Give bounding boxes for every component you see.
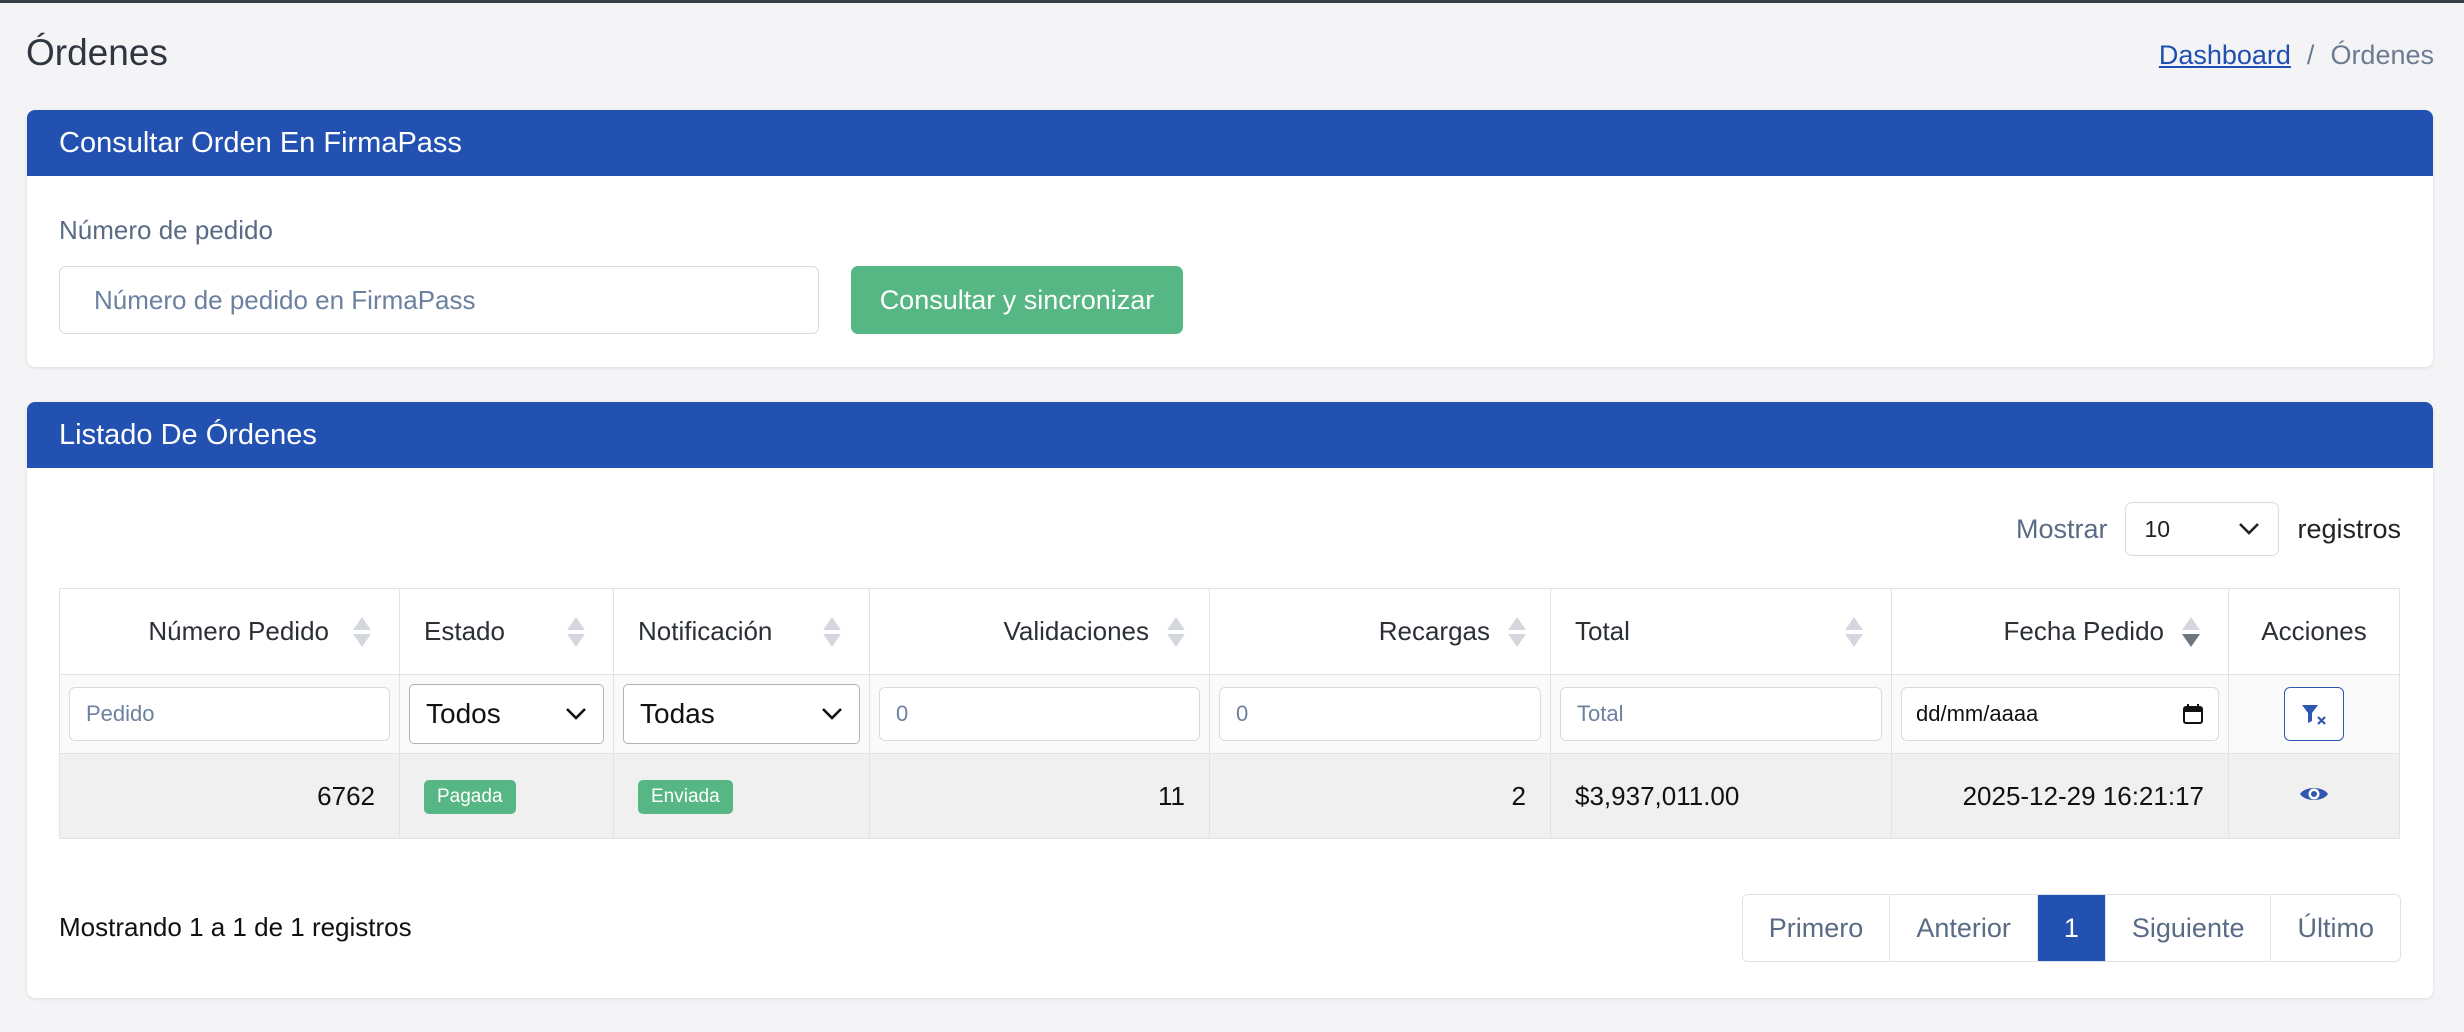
order-number-label: Número de pedido (59, 215, 273, 245)
col-label: Notificación (638, 616, 773, 646)
sort-arrows-icon (1845, 616, 1863, 647)
breadcrumb-dashboard-link[interactable]: Dashboard (2159, 40, 2291, 71)
pagination-next-button[interactable]: Siguiente (2104, 895, 2271, 961)
filter-validaciones-input[interactable] (879, 687, 1200, 741)
col-header-acciones: Acciones (2228, 588, 2400, 675)
length-suffix-label: registros (2297, 513, 2401, 544)
orders-list-card: Listado De Órdenes Mostrar 10 registros … (27, 402, 2433, 998)
filter-total-input[interactable] (1560, 687, 1882, 741)
orders-table: Número Pedido Estado Notificación Valida… (59, 588, 2400, 839)
cell-fecha-pedido: 2025-12-29 16:21:17 (1891, 753, 2229, 839)
cell-recargas: 2 (1209, 753, 1551, 839)
cell-notificacion: Enviada (613, 753, 870, 839)
col-header-recargas[interactable]: Recargas (1209, 588, 1551, 675)
sort-desc-icon (2182, 616, 2200, 647)
order-number-input[interactable] (59, 266, 819, 334)
filter-estado-select[interactable]: Todos (409, 684, 604, 744)
col-label: Número Pedido (148, 616, 329, 646)
breadcrumb: Dashboard / Órdenes (2159, 40, 2434, 71)
filter-pedido-input[interactable] (69, 687, 390, 741)
cell-numero-pedido: 6762 (59, 753, 400, 839)
chevron-down-icon (566, 708, 586, 720)
col-label: Recargas (1378, 616, 1490, 646)
sort-arrows-icon (823, 616, 841, 647)
cell-acciones (2228, 753, 2400, 839)
table-row: 6762 Pagada Enviada 11 2 $3,937,011.00 2… (59, 753, 2400, 839)
pagination: Primero Anterior 1 Siguiente Último (1741, 894, 2401, 962)
top-border (0, 0, 2464, 3)
col-header-fecha-pedido[interactable]: Fecha Pedido (1891, 588, 2229, 675)
consult-card-header: Consultar Orden En FirmaPass (27, 110, 2433, 176)
page-length-select[interactable]: 10 (2125, 502, 2280, 556)
status-badge: Pagada (424, 780, 516, 814)
col-label: Validaciones (1003, 616, 1149, 646)
cell-total: $3,937,011.00 (1550, 753, 1892, 839)
col-header-estado[interactable]: Estado (399, 588, 614, 675)
chevron-down-icon (822, 708, 842, 720)
filter-notificacion-select[interactable]: Todas (623, 684, 860, 744)
col-label: Estado (424, 616, 505, 646)
pagination-first-button[interactable]: Primero (1742, 895, 1890, 961)
filter-x-icon (2302, 705, 2326, 725)
page-length-value: 10 (2144, 515, 2171, 542)
filter-row: Todos Todas dd/mm/aaaa (59, 674, 2400, 754)
filter-fecha-placeholder: dd/mm/aaaa (1916, 701, 2039, 726)
consult-sync-button[interactable]: Consultar y sincronizar (851, 266, 1183, 334)
consult-order-card: Consultar Orden En FirmaPass Número de p… (27, 110, 2433, 367)
filter-estado-value: Todos (426, 698, 501, 729)
chevron-down-icon (2239, 523, 2260, 535)
pagination-page-1-button[interactable]: 1 (2036, 895, 2105, 961)
col-label: Acciones (2261, 616, 2367, 646)
page-title: Órdenes (26, 32, 168, 73)
filter-fecha-input[interactable]: dd/mm/aaaa (1901, 687, 2219, 741)
col-header-total[interactable]: Total (1550, 588, 1892, 675)
col-header-notificacion[interactable]: Notificación (613, 588, 870, 675)
pagination-last-button[interactable]: Último (2270, 895, 2400, 961)
sort-arrows-icon (567, 616, 585, 647)
sort-arrows-icon (1508, 616, 1526, 647)
table-info-text: Mostrando 1 a 1 de 1 registros (59, 912, 412, 942)
clear-filters-button[interactable] (2284, 687, 2344, 741)
filter-recargas-input[interactable] (1219, 687, 1541, 741)
col-label: Total (1575, 616, 1630, 646)
page-length-control: Mostrar 10 registros (2016, 502, 2401, 556)
col-header-numero-pedido[interactable]: Número Pedido (59, 588, 400, 675)
notification-badge: Enviada (638, 780, 733, 814)
col-label: Fecha Pedido (2003, 616, 2164, 646)
cell-estado: Pagada (399, 753, 614, 839)
breadcrumb-current: Órdenes (2330, 40, 2434, 70)
pagination-previous-button[interactable]: Anterior (1889, 895, 2037, 961)
eye-icon[interactable] (2298, 783, 2330, 805)
sort-arrows-icon (353, 616, 371, 647)
col-header-validaciones[interactable]: Validaciones (869, 588, 1210, 675)
cell-validaciones: 11 (869, 753, 1210, 839)
breadcrumb-separator: / (2306, 40, 2315, 70)
length-prefix-label: Mostrar (2015, 513, 2108, 544)
calendar-icon[interactable] (2182, 703, 2204, 725)
filter-notificacion-value: Todas (640, 698, 715, 729)
orders-list-header: Listado De Órdenes (27, 402, 2433, 468)
sort-arrows-icon (1167, 616, 1185, 647)
